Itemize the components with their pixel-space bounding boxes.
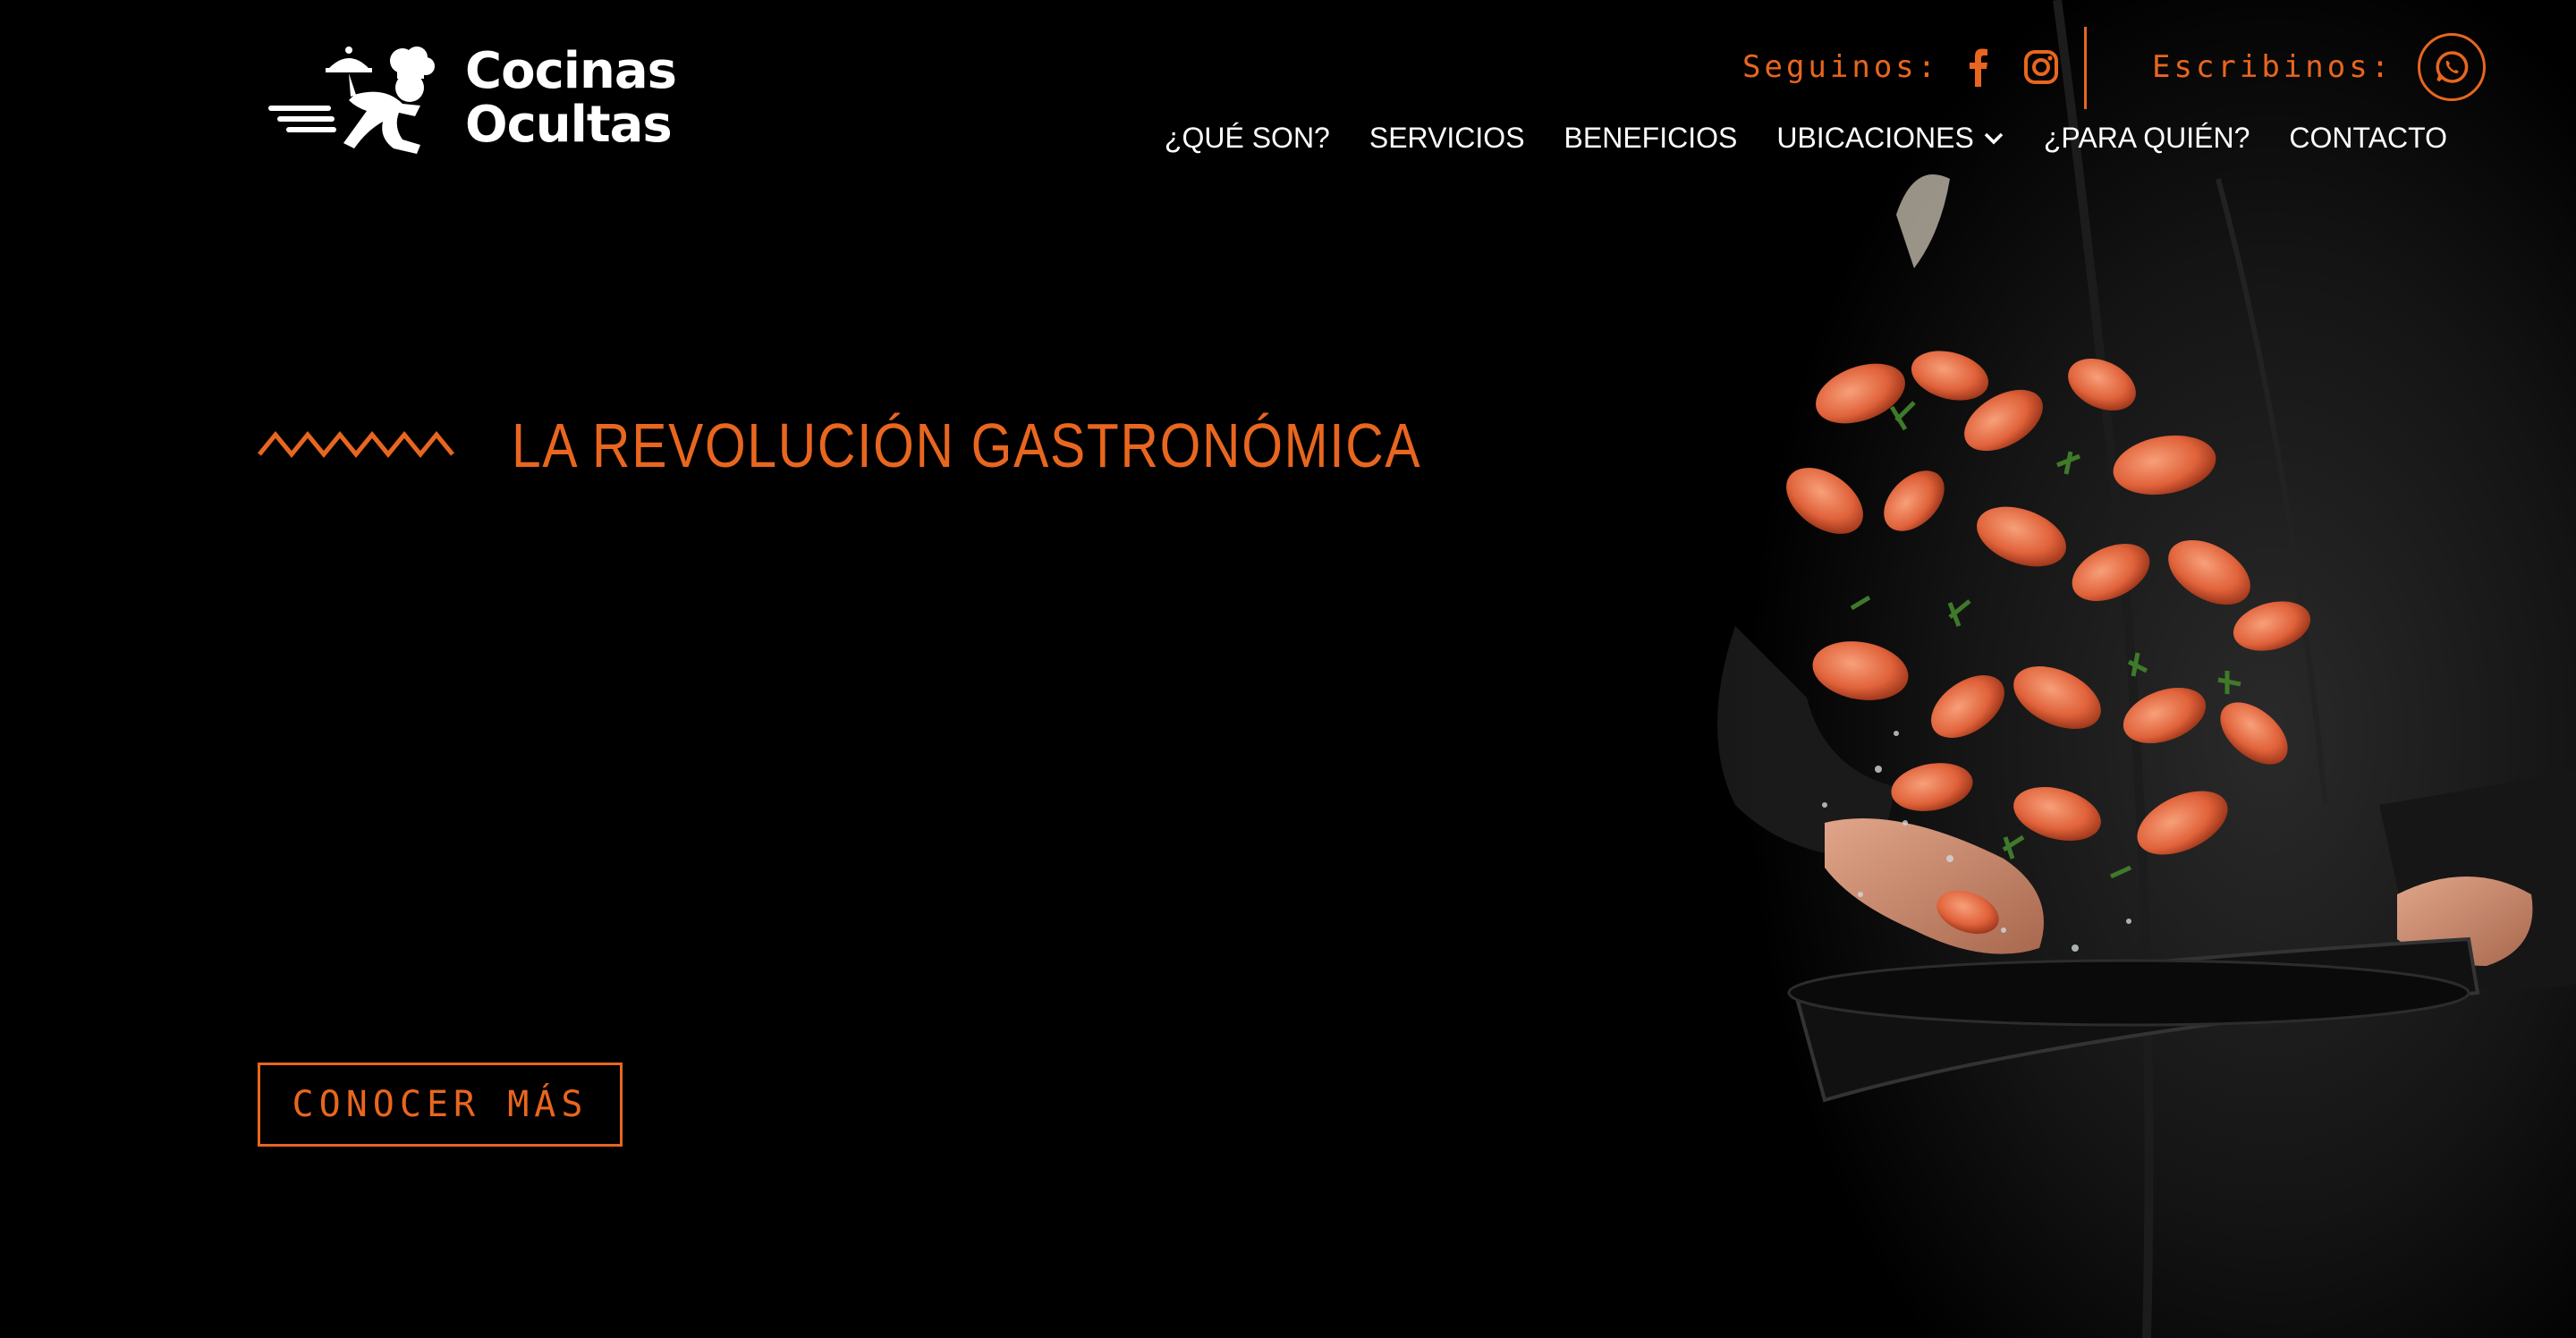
whatsapp-icon[interactable] (2418, 33, 2487, 101)
page: Cocinas Ocultas Seguinos: Escribinos: ¿Q… (0, 0, 2576, 1338)
brand-wordmark: Cocinas Ocultas (465, 42, 677, 154)
hero-tagline: LA REVOLUCIÓN GASTRONÓMICA (512, 411, 1422, 480)
running-chef-logo-icon (268, 47, 435, 154)
nav-item-que-son[interactable]: ¿QUÉ SON? (1165, 122, 1330, 155)
nav-item-contacto[interactable]: CONTACTO (2289, 122, 2447, 155)
facebook-icon[interactable] (1964, 47, 1991, 87)
follow-label: Seguinos: (1742, 49, 1940, 85)
chef-photo-illustration (1324, 0, 2576, 1338)
nav-item-para-quien[interactable]: ¿PARA QUIÉN? (2044, 122, 2250, 155)
main-nav: ¿QUÉ SON? SERVICIOS BENEFICIOS UBICACION… (1165, 122, 2447, 155)
instagram-icon[interactable] (2023, 49, 2059, 85)
nav-item-servicios[interactable]: SERVICIOS (1369, 122, 1525, 155)
conocer-mas-button[interactable]: CONOCER MÁS (258, 1063, 623, 1147)
social-write-group: Escribinos: (2152, 27, 2487, 107)
header-divider (2084, 27, 2087, 109)
brand-logo[interactable]: Cocinas Ocultas (268, 41, 716, 157)
zigzag-decoration-icon (258, 431, 454, 458)
nav-item-ubicaciones-label: UBICACIONES (1776, 122, 1974, 154)
chevron-down-icon (1984, 132, 2004, 144)
brand-name-line1: Cocinas (465, 42, 677, 100)
nav-item-beneficios[interactable]: BENEFICIOS (1564, 122, 1738, 155)
hero-photo (1324, 0, 2576, 1338)
nav-item-ubicaciones[interactable]: UBICACIONES (1776, 122, 2004, 155)
social-follow-group: Seguinos: (1742, 27, 2059, 107)
brand-name-line2: Ocultas (465, 96, 673, 154)
write-label: Escribinos: (2152, 49, 2394, 85)
